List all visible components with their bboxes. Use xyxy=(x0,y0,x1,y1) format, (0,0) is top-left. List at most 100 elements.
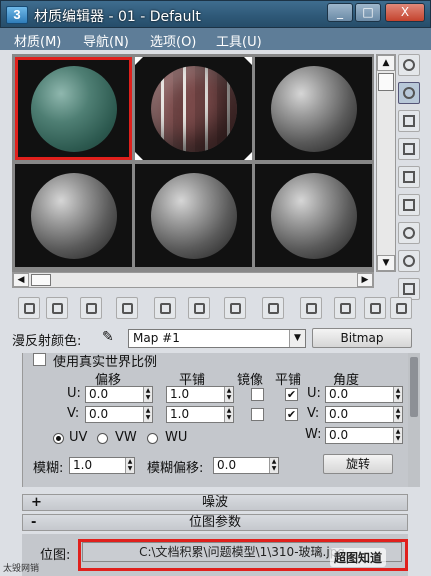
blur-label: 模糊: xyxy=(33,461,64,476)
spinner-arrows-icon[interactable]: ▲ ▼ xyxy=(224,407,233,422)
spinner-arrows-icon[interactable]: ▲ ▼ xyxy=(393,407,402,422)
maximize-button[interactable]: □ xyxy=(355,3,381,22)
background-checker-icon[interactable] xyxy=(398,110,420,132)
sample-type-icon[interactable] xyxy=(398,54,420,76)
material-sphere xyxy=(150,172,237,259)
watermark: 超图知道 xyxy=(330,548,387,567)
get-material-icon[interactable] xyxy=(18,297,40,319)
scroll-up-icon[interactable]: ▲ xyxy=(377,55,395,71)
app-icon: 3 xyxy=(6,6,28,24)
v-angle-label: V: xyxy=(307,406,320,421)
spinner-arrows-icon[interactable]: ▲ ▼ xyxy=(143,407,152,422)
v-tiling-spinner[interactable]: 1.0 ▲ ▼ xyxy=(166,406,234,423)
v-angle-spinner[interactable]: 0.0 ▲ ▼ xyxy=(325,406,403,423)
collapse-icon: - xyxy=(31,515,37,530)
u-angle-label: U: xyxy=(307,386,321,401)
menu-options[interactable]: 选项(O) xyxy=(150,31,196,50)
material-sphere xyxy=(150,65,237,152)
w-angle-spinner[interactable]: 0.0 ▲ ▼ xyxy=(325,427,403,444)
make-preview-icon[interactable] xyxy=(398,194,420,216)
v-tile-checkbox[interactable]: ✔ xyxy=(285,408,298,421)
v-mirror-checkbox[interactable] xyxy=(251,408,264,421)
material-sphere xyxy=(270,65,357,152)
eyedropper-icon[interactable]: ✎ xyxy=(102,329,114,345)
v-offset-spinner[interactable]: 0.0 ▲ ▼ xyxy=(85,406,153,423)
scroll-thumb[interactable] xyxy=(378,73,394,91)
menu-bar: 材质(M) 导航(N) 选项(O) 工具(U) xyxy=(0,28,431,50)
u-tiling-spinner[interactable]: 1.0 ▲ ▼ xyxy=(166,386,234,403)
sample-slot-4[interactable] xyxy=(15,164,132,267)
u-tile-checkbox[interactable]: ✔ xyxy=(285,388,298,401)
backlight-icon[interactable] xyxy=(398,82,420,104)
spinner-arrows-icon[interactable]: ▲ ▼ xyxy=(143,387,152,402)
put-to-library-icon[interactable] xyxy=(224,297,246,319)
wu-radio[interactable] xyxy=(147,433,158,444)
material-id-channel-icon[interactable] xyxy=(262,297,284,319)
spinner-arrows-icon[interactable]: ▲ ▼ xyxy=(224,387,233,402)
scroll-thumb[interactable] xyxy=(410,357,418,417)
scroll-down-icon[interactable]: ▼ xyxy=(377,255,395,271)
brand-logo: 太毁网销 xyxy=(3,564,40,574)
noise-rollout[interactable]: + 噪波 xyxy=(22,494,408,511)
diffuse-color-label: 漫反射颜色: xyxy=(12,334,82,349)
scroll-right-icon[interactable]: ▶ xyxy=(357,273,373,287)
map-type-button[interactable]: Bitmap xyxy=(312,328,412,348)
material-sphere xyxy=(270,172,357,259)
show-map-in-viewport-icon[interactable] xyxy=(300,297,322,319)
sample-slot-5[interactable] xyxy=(135,164,252,267)
go-forward-to-sibling-icon[interactable] xyxy=(390,297,412,319)
corner-indicator-icon xyxy=(135,57,143,65)
corner-indicator-icon xyxy=(135,152,143,160)
rotate-button[interactable]: 旋转 xyxy=(323,454,393,474)
spinner-arrows-icon[interactable]: ▲ ▼ xyxy=(393,428,402,443)
close-button[interactable]: X xyxy=(385,3,425,22)
bitmap-label: 位图: xyxy=(40,548,71,563)
options-icon[interactable] xyxy=(398,222,420,244)
vw-label: VW xyxy=(115,430,137,445)
spinner-arrows-icon[interactable]: ▲ ▼ xyxy=(125,458,134,473)
sample-slot-6[interactable] xyxy=(255,164,372,267)
vw-radio[interactable] xyxy=(97,433,108,444)
w-angle-label: W: xyxy=(305,427,322,442)
menu-tools[interactable]: 工具(U) xyxy=(216,31,262,50)
wu-label: WU xyxy=(165,430,188,445)
uv-tiling-icon[interactable] xyxy=(398,138,420,160)
u-offset-spinner[interactable]: 0.0 ▲ ▼ xyxy=(85,386,153,403)
reset-map-icon[interactable] xyxy=(116,297,138,319)
copy-material-icon[interactable] xyxy=(154,297,176,319)
bitmap-parameters-rollout[interactable]: - 位图参数 xyxy=(22,514,408,531)
u-label: U: xyxy=(67,386,81,401)
title-bar: 3 材质编辑器 - 01 - Default _ □ X xyxy=(0,0,431,28)
uv-radio[interactable] xyxy=(53,433,64,444)
blur-spinner[interactable]: 1.0 ▲ ▼ xyxy=(69,457,135,474)
spinner-arrows-icon[interactable]: ▲ ▼ xyxy=(269,458,278,473)
tile-header: 平铺 xyxy=(275,373,302,388)
menu-navigation[interactable]: 导航(N) xyxy=(83,31,129,50)
scroll-left-icon[interactable]: ◀ xyxy=(13,273,29,287)
corner-indicator-icon xyxy=(244,57,252,65)
u-mirror-checkbox[interactable] xyxy=(251,388,264,401)
minimize-button[interactable]: _ xyxy=(327,3,353,22)
select-by-material-icon[interactable] xyxy=(398,250,420,272)
sample-slot-2[interactable] xyxy=(135,57,252,160)
slots-horizontal-scrollbar[interactable]: ◀ ▶ xyxy=(12,272,374,288)
make-unique-icon[interactable] xyxy=(188,297,210,319)
blur-offset-spinner[interactable]: 0.0 ▲ ▼ xyxy=(213,457,279,474)
u-angle-spinner[interactable]: 0.0 ▲ ▼ xyxy=(325,386,403,403)
spinner-arrows-icon[interactable]: ▲ ▼ xyxy=(393,387,402,402)
scroll-thumb[interactable] xyxy=(31,274,51,286)
menu-material[interactable]: 材质(M) xyxy=(14,31,61,50)
map-name-field[interactable]: Map #1 ▼ xyxy=(128,329,306,348)
go-to-parent-icon[interactable] xyxy=(364,297,386,319)
show-end-result-icon[interactable] xyxy=(334,297,356,319)
video-color-check-icon[interactable] xyxy=(398,166,420,188)
panel-scrollbar[interactable] xyxy=(408,353,420,487)
real-world-scale-checkbox[interactable] xyxy=(33,353,46,366)
sample-slot-3[interactable] xyxy=(255,57,372,160)
sample-slot-1[interactable] xyxy=(15,57,132,160)
slots-vertical-scrollbar[interactable]: ▲ ▼ xyxy=(376,54,396,272)
assign-material-icon[interactable] xyxy=(80,297,102,319)
uv-label: UV xyxy=(69,430,88,445)
put-to-scene-icon[interactable] xyxy=(46,297,68,319)
chevron-down-icon[interactable]: ▼ xyxy=(289,330,305,347)
